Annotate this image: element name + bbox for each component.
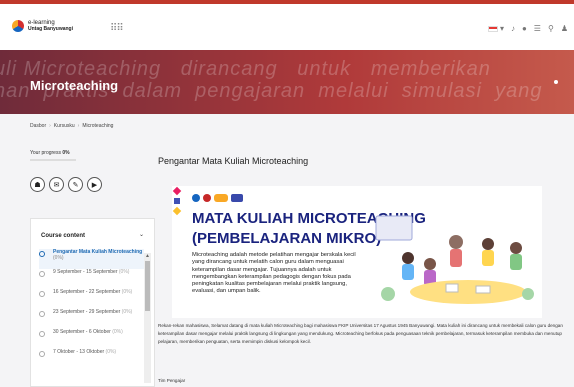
banner-description: Microteaching adalah metode pelatihan me… bbox=[192, 252, 356, 295]
chevron-down-icon[interactable]: ⌄ bbox=[139, 231, 144, 238]
grid-icon[interactable]: ⠿⠿ bbox=[110, 23, 124, 34]
course-content-heading: Course content bbox=[41, 233, 86, 239]
completion-circle-icon bbox=[39, 271, 45, 277]
section-title: 23 September - 29 September bbox=[53, 309, 121, 315]
classroom-illustration bbox=[375, 215, 534, 304]
section-item[interactable]: 7 Oktober - 13 Oktober (0%) bbox=[39, 349, 144, 369]
completion-circle-icon bbox=[39, 291, 45, 297]
section-title: Pengantar Mata Kuliah Microteaching bbox=[53, 249, 143, 255]
scrollbar-thumb[interactable] bbox=[145, 261, 150, 311]
top-navbar: e-learning Untag Banyuwangi ⠿⠿ ▾ ♪ ● ☰ ⚲… bbox=[0, 0, 574, 50]
chat-icon[interactable]: ● bbox=[522, 24, 527, 33]
decorative-shapes bbox=[172, 186, 182, 216]
section-title: 9 September - 15 September bbox=[53, 269, 118, 275]
institution-logos bbox=[192, 194, 243, 202]
bell-icon[interactable]: ♪ bbox=[511, 24, 515, 33]
site-logo[interactable]: e-learning Untag Banyuwangi bbox=[12, 20, 73, 32]
chevron-right-icon: › bbox=[49, 123, 51, 129]
user-icon[interactable]: ♟ bbox=[561, 24, 568, 33]
scrollbar[interactable]: ▲ bbox=[144, 253, 151, 383]
completion-circle-icon bbox=[39, 311, 45, 317]
logo-badge bbox=[231, 194, 243, 202]
intro-signature: Tim Pengajar bbox=[158, 378, 186, 383]
banner-title-line2: (PEMBELAJARAN MIKRO) bbox=[192, 230, 382, 247]
section-pct: (0%) bbox=[53, 255, 64, 261]
section-pct: (0%) bbox=[105, 349, 117, 355]
completion-circle-icon bbox=[39, 351, 45, 357]
progress-label: Your progress 0% bbox=[30, 150, 155, 156]
hero-bg-line1: uli Microteaching dirancang untuk member… bbox=[0, 58, 491, 80]
forum-icon[interactable]: ✉ bbox=[49, 177, 64, 192]
chevron-right-icon: › bbox=[77, 123, 80, 129]
language-selector[interactable]: ▾ bbox=[487, 24, 504, 33]
left-panel: Your progress 0% ☗ ✉ ✎ ▶ bbox=[30, 150, 155, 192]
flag-icon bbox=[487, 25, 498, 32]
section-item[interactable]: 30 September - 6 Oktober (0%) bbox=[39, 329, 144, 349]
course-banner-image: MATA KULIAH MICROTEACHING (PEMBELAJARAN … bbox=[172, 186, 542, 318]
completion-circle-icon bbox=[39, 331, 45, 337]
completion-circle-icon bbox=[39, 251, 45, 257]
search-icon[interactable]: ⚲ bbox=[548, 24, 554, 33]
more-dot-icon[interactable] bbox=[554, 80, 558, 84]
section-item[interactable]: 16 September - 22 September (0%) bbox=[39, 289, 144, 309]
section-item[interactable]: 9 September - 15 September (0%) bbox=[39, 269, 144, 289]
section-title: 16 September - 22 September bbox=[53, 289, 121, 295]
section-item[interactable]: Pengantar Mata Kuliah Microteaching (0%) bbox=[39, 249, 144, 269]
section-title: 7 Oktober - 13 Oktober bbox=[53, 349, 105, 355]
logo-badge bbox=[203, 194, 211, 202]
section-pct: (0%) bbox=[112, 329, 123, 335]
logo-line2: Untag Banyuwangi bbox=[28, 26, 74, 32]
logo-badge bbox=[192, 194, 200, 202]
logo-badge bbox=[214, 194, 228, 202]
section-pct: (0%) bbox=[118, 269, 130, 275]
breadcrumb-kursusku[interactable]: Kursusku bbox=[54, 123, 75, 129]
section-item[interactable]: 23 September - 29 September (0%) bbox=[39, 309, 144, 329]
breadcrumb-current[interactable]: Microteaching bbox=[82, 123, 113, 129]
logo-mark bbox=[12, 20, 24, 32]
progress-text: Your progress bbox=[30, 150, 61, 156]
course-content-panel: Course content ⌄ Pengantar Mata Kuliah M… bbox=[30, 218, 155, 387]
breadcrumb-dasbor[interactable]: Dasbor bbox=[30, 123, 46, 129]
progress-value: 0% bbox=[62, 150, 70, 156]
chevron-down-icon: ▾ bbox=[499, 24, 504, 33]
page-title: Pengantar Mata Kuliah Microteaching bbox=[158, 156, 309, 166]
course-section-list: Pengantar Mata Kuliah Microteaching (0%)… bbox=[39, 249, 144, 369]
menu-icon[interactable]: ☰ bbox=[534, 24, 541, 33]
breadcrumb: Dasbor › Kursusku › Microteaching bbox=[30, 123, 113, 129]
logo-text: e-learning Untag Banyuwangi bbox=[28, 20, 73, 32]
progress-bar bbox=[30, 159, 76, 161]
resource-icon[interactable]: ▶ bbox=[87, 177, 102, 192]
scroll-up-icon[interactable]: ▲ bbox=[145, 253, 150, 259]
quiz-icon[interactable]: ☗ bbox=[30, 177, 45, 192]
section-pct: (0%) bbox=[121, 309, 133, 315]
course-header-banner: uli Microteaching dirancang untuk member… bbox=[0, 50, 574, 114]
course-title: Microteaching bbox=[30, 78, 119, 93]
activity-icons: ☗ ✉ ✎ ▶ bbox=[30, 177, 155, 192]
section-title: 30 September - 6 Oktober bbox=[53, 329, 111, 335]
navbar-right-icons: ▾ ♪ ● ☰ ⚲ ♟ bbox=[487, 24, 568, 33]
assign-icon[interactable]: ✎ bbox=[68, 177, 83, 192]
intro-paragraph: Rekan-rekan mahasiswa, Selamat datang di… bbox=[158, 323, 563, 344]
section-pct: (0%) bbox=[121, 289, 133, 295]
